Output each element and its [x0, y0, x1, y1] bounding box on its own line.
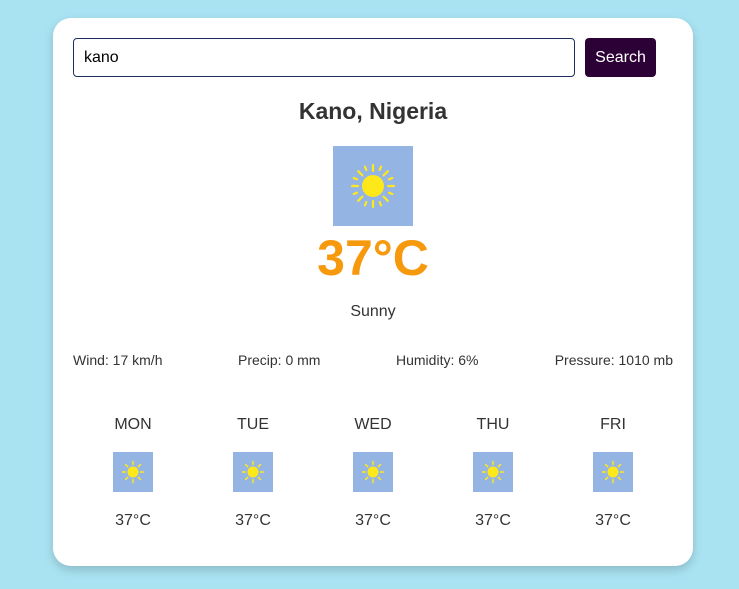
forecast-day-temp: 37°C	[475, 512, 511, 529]
forecast-list: MON 37°C TUE 37°C WED 37°C THU 37°C FRI …	[73, 416, 673, 536]
sun-icon	[593, 452, 633, 492]
forecast-day-temp: 37°C	[355, 512, 391, 529]
sun-icon	[353, 452, 393, 492]
forecast-day-name: TUE	[237, 416, 269, 433]
sun-icon	[473, 452, 513, 492]
forecast-day-temp: 37°C	[115, 512, 151, 529]
location-title: Kano, Nigeria	[298, 98, 448, 124]
forecast-day: TUE 37°C	[193, 416, 313, 530]
wind-value: Wind: 17 km/h	[73, 352, 163, 368]
sun-icon	[113, 452, 153, 492]
forecast-day-name: MON	[114, 416, 152, 433]
search-input[interactable]	[73, 38, 575, 77]
forecast-day-temp: 37°C	[595, 512, 631, 529]
search-button[interactable]: Search	[585, 38, 656, 77]
forecast-day: FRI 37°C	[553, 416, 673, 530]
weather-details: Wind: 17 km/h Precip: 0 mm Humidity: 6% …	[73, 352, 673, 372]
humidity-value: Humidity: 6%	[396, 352, 479, 368]
forecast-day-temp: 37°C	[235, 512, 271, 529]
forecast-day: MON 37°C	[73, 416, 193, 530]
forecast-day-name: FRI	[600, 416, 626, 433]
sun-icon	[233, 452, 273, 492]
search-bar: Search	[73, 38, 656, 78]
forecast-day-name: THU	[476, 416, 510, 433]
forecast-day-name: WED	[354, 416, 392, 433]
current-temperature: 37°C	[317, 230, 429, 286]
forecast-day: THU 37°C	[433, 416, 553, 530]
current-condition: Sunny	[350, 303, 396, 320]
forecast-day: WED 37°C	[313, 416, 433, 530]
weather-card: Search Kano, Nigeria	[53, 18, 693, 566]
pressure-value: Pressure: 1010 mb	[554, 352, 673, 368]
sun-icon	[333, 146, 413, 226]
precip-value: Precip: 0 mm	[238, 352, 321, 368]
